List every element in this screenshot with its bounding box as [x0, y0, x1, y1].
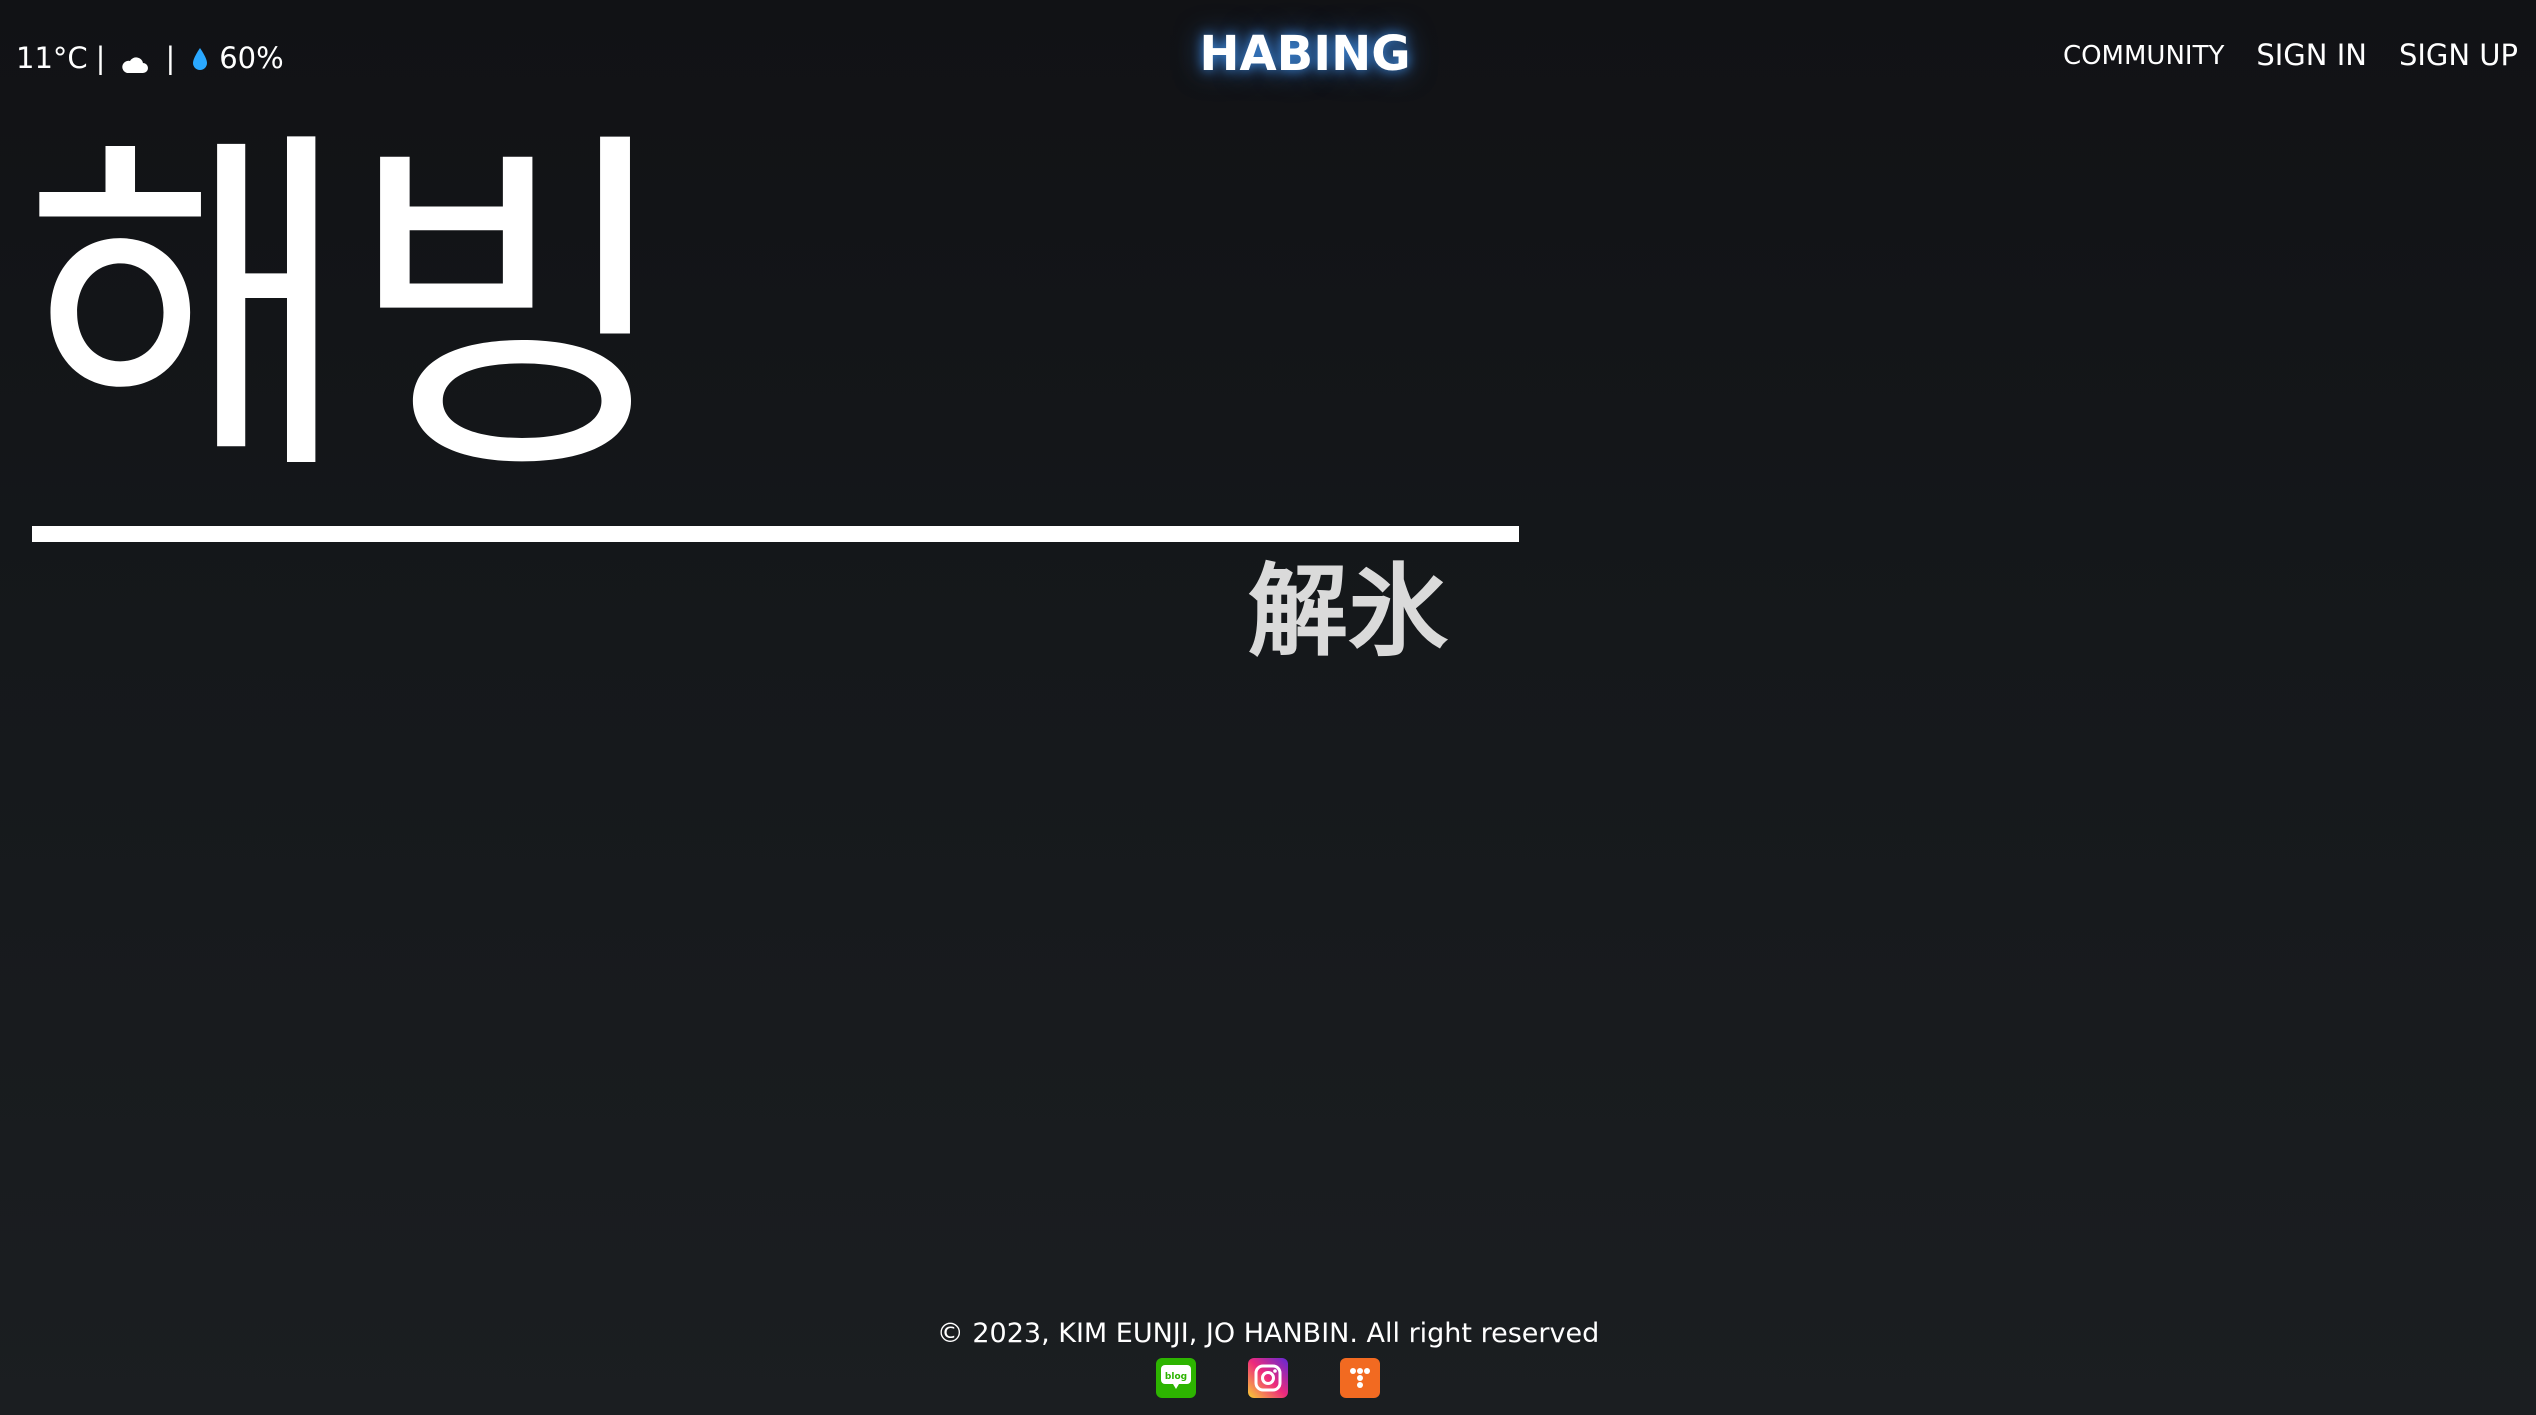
nav-sign-up-link[interactable]: SIGN UP — [2399, 38, 2518, 72]
blog-icon[interactable]: blog — [1156, 1358, 1196, 1398]
humidity-text: 60% — [219, 41, 284, 75]
main-nav: COMMUNITY SIGN IN SIGN UP — [2063, 38, 2518, 72]
weather-widget: 11°C | | 60% — [16, 38, 284, 78]
copyright-text: © 2023, KIM EUNJI, JO HANBIN. All right … — [936, 1318, 1600, 1349]
weather-separator: | — [95, 41, 106, 75]
tistory-icon[interactable] — [1340, 1358, 1380, 1398]
footer: © 2023, KIM EUNJI, JO HANBIN. All right … — [0, 1318, 2536, 1398]
hero-subtitle: 解氷 — [1248, 553, 1448, 670]
temperature-text: 11°C — [16, 41, 88, 75]
nav-sign-in-link[interactable]: SIGN IN — [2256, 38, 2367, 72]
water-drop-icon — [191, 45, 209, 71]
weather-separator-2: | — [165, 41, 176, 75]
hero-divider — [32, 526, 1519, 542]
social-links: blog — [0, 1358, 2536, 1398]
cloud-icon — [119, 48, 149, 73]
blog-icon-label: blog — [1165, 1372, 1187, 1382]
instagram-icon[interactable] — [1248, 1358, 1288, 1398]
top-bar: 11°C | | 60% HABING COMMUNITY SIGN IN SI… — [0, 0, 2536, 115]
site-logo[interactable]: HABING — [1040, 26, 1570, 82]
nav-community-link[interactable]: COMMUNITY — [2063, 38, 2224, 72]
hero-title: 해빙 — [22, 100, 676, 519]
